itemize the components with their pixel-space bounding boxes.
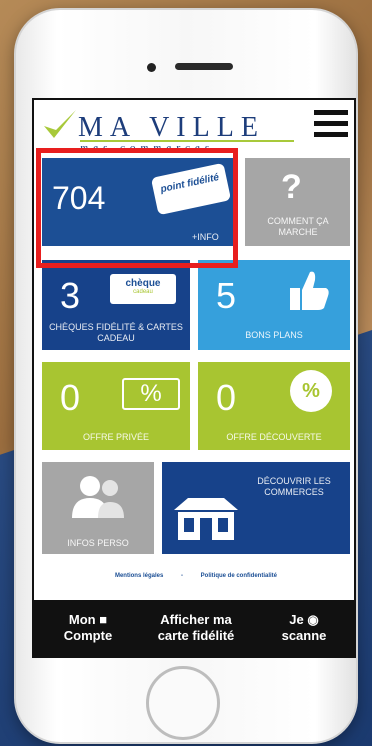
cheques-value: 3 <box>60 275 81 316</box>
decouvrir-commerces-tile[interactable]: DÉCOUVRIR LES COMMERCES <box>162 462 350 554</box>
my-account-button[interactable]: Mon ■ Compte <box>34 600 142 656</box>
bons-plans-label: BONS PLANS <box>245 330 303 340</box>
users-icon <box>72 476 124 518</box>
legal-link[interactable]: Mentions légales <box>115 573 163 579</box>
scan-line1-text: Je <box>289 612 304 627</box>
camera-dot <box>147 63 156 72</box>
bons-plans-tile[interactable]: 5 BONS PLANS <box>198 260 350 350</box>
decouvrir-label: DÉCOUVRIR LES COMMERCES <box>257 476 331 497</box>
bottom-bar: Mon ■ Compte Afficher ma carte fidélité … <box>34 600 354 656</box>
user-icon: ■ <box>99 612 108 627</box>
account-line1: Mon ■ <box>34 612 142 628</box>
logo-check-icon <box>44 110 76 138</box>
cheque-badge-sub: cadeau <box>133 289 153 295</box>
percent-badge-icon: % <box>290 370 332 412</box>
cheques-label: CHÈQUES FIDÉLITÉ & CARTES CADEAU <box>49 322 183 343</box>
question-icon: ? <box>281 168 302 206</box>
offre-decouverte-label: OFFRE DÉCOUVERTE <box>226 432 322 442</box>
offre-decouverte-tile[interactable]: 0 % OFFRE DÉCOUVERTE <box>198 362 350 450</box>
how-it-works-label: COMMENT ÇA MARCHE <box>267 216 329 237</box>
offre-decouverte-value: 0 <box>216 377 237 418</box>
cheque-cadeau-icon: chèque cadeau <box>110 274 176 304</box>
home-button[interactable] <box>146 666 220 740</box>
cheque-badge-text: chèque <box>125 278 161 289</box>
show-card-button[interactable]: Afficher ma carte fidélité <box>142 600 250 656</box>
offre-privee-value: 0 <box>60 377 81 418</box>
app-logo[interactable]: MA VILLE mes commerces <box>40 104 300 154</box>
cheques-tile[interactable]: 3 chèque cadeau CHÈQUES FIDÉLITÉ & CARTE… <box>42 260 190 350</box>
menu-icon[interactable] <box>314 110 348 138</box>
privacy-link[interactable]: Politique de confidentialité <box>201 573 277 579</box>
how-it-works-tile[interactable]: ? COMMENT ÇA MARCHE <box>245 158 350 246</box>
bons-plans-value: 5 <box>216 275 237 316</box>
points-value: 704 <box>52 180 106 216</box>
card-line2: carte fidélité <box>157 628 235 643</box>
shop-icon <box>174 498 238 540</box>
scan-line2: scanne <box>281 628 327 643</box>
scan-line1: Je ◉ <box>250 612 354 628</box>
point-fidelite-tag-icon: point fidélité <box>150 162 232 216</box>
account-line2: Compte <box>63 628 113 643</box>
app-screen: MA VILLE mes commerces 704 point fidélit… <box>32 98 356 658</box>
points-info-link[interactable]: +INFO <box>192 232 219 243</box>
camera-icon: ◉ <box>307 612 319 627</box>
infos-perso-tile[interactable]: INFOS PERSO <box>42 462 154 554</box>
card-line1: Afficher ma <box>160 612 232 627</box>
offre-privee-tile[interactable]: 0 % OFFRE PRIVÉE <box>42 362 190 450</box>
coupon-percent-icon: % <box>122 378 180 410</box>
tag-text: point fidélité <box>159 172 221 196</box>
logo-subtitle: mes commerces <box>80 142 214 154</box>
infos-perso-label: INFOS PERSO <box>67 538 129 548</box>
footer-links: Mentions légales - Politique de confiden… <box>34 573 354 579</box>
offre-privee-label: OFFRE PRIVÉE <box>82 432 149 442</box>
account-line1-text: Mon <box>68 612 96 627</box>
thumbs-up-icon <box>290 271 329 310</box>
points-tile[interactable]: 704 point fidélité +INFO <box>42 158 237 246</box>
footer-separator: - <box>181 573 183 579</box>
speaker-slot <box>175 63 233 70</box>
scan-button[interactable]: Je ◉ scanne <box>250 600 354 656</box>
